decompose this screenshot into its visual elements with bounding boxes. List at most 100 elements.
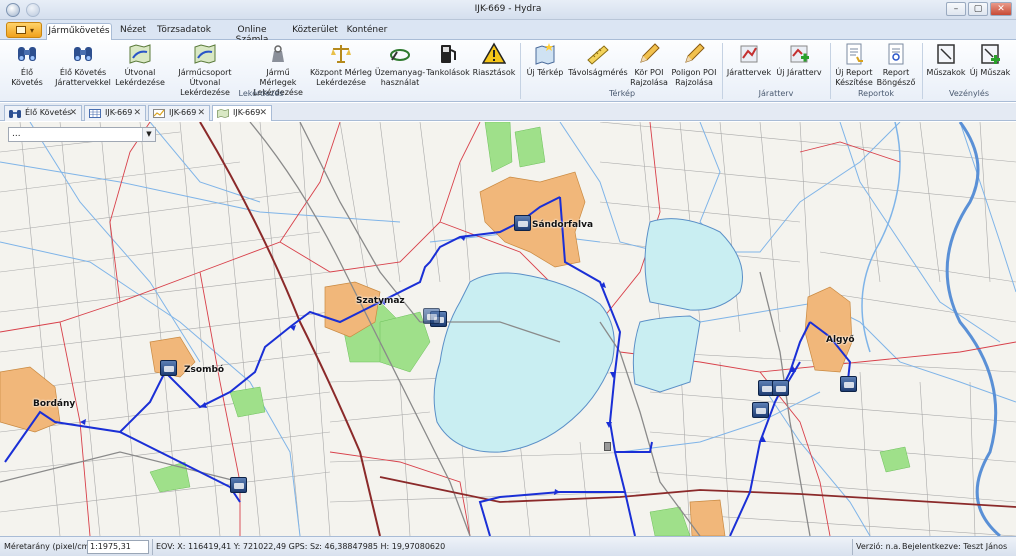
tab-torzsadatok[interactable]: Törzsadatok [154, 23, 214, 40]
tab-online-szamla[interactable]: Online Számla [220, 23, 284, 45]
title-bar: IJK-669 - Hydra – ▢ ✕ [0, 0, 1016, 20]
muszakok-button[interactable]: Műszakok [926, 42, 966, 92]
minimize-button[interactable]: – [946, 2, 966, 16]
scales-icon [331, 45, 351, 63]
doc-tab-label: IJK-669 [169, 108, 197, 117]
group-separator [922, 43, 923, 99]
town-label-szatymaz: Szatymaz [356, 296, 405, 306]
tavolsagmeres-button[interactable]: Távolságmérés [568, 42, 628, 92]
doc-tab-elo-kovetes[interactable]: Élő Követés ✕ [4, 105, 82, 121]
new-shift-icon [981, 44, 1000, 64]
close-icon[interactable]: ✕ [197, 106, 205, 120]
doc-tab-ijk-669-table[interactable]: IJK-669 ✕ [84, 105, 146, 121]
vehicle-marker[interactable] [772, 380, 789, 396]
shift-icon [937, 44, 955, 64]
riasztasok-button[interactable]: Riasztások [472, 42, 516, 92]
button-label: Műszakok [926, 68, 966, 77]
vehicle-marker[interactable] [840, 376, 857, 392]
doc-tab-label: Élő Követés [25, 108, 72, 117]
elo-kovetes-jarattervekkel-button[interactable]: Élő Követés Járattervekkel [52, 42, 114, 92]
app-menu-icon [16, 26, 26, 34]
application-menu-button[interactable]: ▾ [6, 22, 42, 38]
doc-tab-ijk-669-map[interactable]: IJK-669 ✕ [212, 105, 272, 121]
group-label-lekerdezes: Lekérdezés [238, 89, 284, 98]
vehicle-marker[interactable] [423, 308, 440, 324]
uj-muszak-button[interactable]: Új Műszak [968, 42, 1012, 92]
tankolasok-button[interactable]: Tankolások [426, 42, 470, 92]
warning-icon [482, 42, 506, 64]
group-label-jaratterv: Járatterv [758, 89, 794, 98]
vehicle-marker[interactable] [514, 215, 531, 231]
group-label-vezenyles: Vezénylés [948, 89, 989, 98]
jarmu-merlegek-button[interactable]: Jármű Mérlegek Lekérdezése [248, 42, 308, 97]
doc-tab-label: IJK-669 [105, 108, 133, 117]
vehicle-marker[interactable] [230, 477, 247, 493]
close-icon[interactable]: ✕ [133, 106, 141, 120]
town-label-algyo: Algyő [826, 335, 855, 345]
vehicle-marker[interactable] [752, 402, 769, 418]
button-label: Útvonal Lekérdezése [115, 68, 165, 87]
new-map-icon [535, 43, 555, 65]
close-icon[interactable]: ✕ [69, 106, 77, 120]
button-label: Új Report Készítése [835, 68, 873, 87]
button-label: Új Térkép [526, 68, 564, 77]
close-icon[interactable]: ✕ [259, 106, 267, 120]
button-label: Riasztások [472, 68, 516, 77]
button-label: Üzemanyag- használat [374, 68, 426, 87]
route-map-icon [129, 44, 151, 64]
maximize-button[interactable]: ▢ [968, 2, 988, 16]
ruler-icon [587, 45, 609, 65]
lake-east [632, 315, 701, 393]
tab-jarmukovetes[interactable]: Járműkövetés [46, 23, 112, 41]
poligon-poi-rajzolasa-button[interactable]: Poligon POI Rajzolása [670, 42, 718, 92]
uzemanyag-hasznalat-button[interactable]: Üzemanyag- használat [374, 42, 426, 92]
group-separator [722, 43, 723, 99]
new-report-icon [846, 43, 863, 65]
report-bongeszo-button[interactable]: Report Böngésző [876, 42, 916, 92]
doc-tab-ijk-669-chart[interactable]: IJK-669 ✕ [148, 105, 210, 121]
tab-kozterulet[interactable]: Közterület [290, 23, 340, 40]
kor-poi-rajzolasa-button[interactable]: Kör POI Rajzolása [630, 42, 668, 92]
binoculars-icon [74, 47, 92, 61]
route-plan-icon [740, 45, 758, 63]
button-label: Új Járatterv [776, 68, 822, 77]
chevron-down-icon[interactable]: ▼ [142, 128, 155, 141]
vehicle-marker[interactable] [160, 360, 177, 376]
jarattervek-button[interactable]: Járattervek [726, 42, 772, 92]
doc-tab-label: IJK-669 [233, 108, 261, 117]
pencil-icon [640, 43, 660, 63]
status-separator [852, 539, 853, 555]
ribbon-panel: Élő Követés Élő Követés Járattervekkel Ú… [0, 40, 1016, 102]
map-layer-select-value: ... [12, 129, 21, 139]
close-button[interactable]: ✕ [990, 2, 1012, 16]
poi-marker[interactable] [604, 442, 611, 451]
uj-jaratterv-button[interactable]: Új Járatterv [774, 42, 824, 92]
button-label: Poligon POI Rajzolása [671, 68, 717, 87]
tab-nezet[interactable]: Nézet [116, 23, 150, 40]
group-label-terkep: Térkép [608, 89, 636, 98]
scale-input[interactable]: 1:1975,31 [87, 540, 149, 554]
utvonal-lekerdezese-button[interactable]: Útvonal Lekérdezése [114, 42, 166, 92]
uj-terkep-button[interactable]: Új Térkép [524, 42, 566, 92]
tab-kontener[interactable]: Konténer [344, 23, 390, 40]
group-separator [520, 43, 521, 99]
coordinates-readout: EOV: X: 116419,41 Y: 721022,49 GPS: Sz: … [156, 542, 446, 551]
map-view[interactable]: ... ▼ Sándorfalva Szatymaz Zsombó Bordán… [0, 122, 1016, 536]
version-text: Verzió: n.a. [856, 542, 901, 551]
button-label: Élő Követés Járattervekkel [55, 68, 111, 87]
logged-in-user: Bejelentkezve: Teszt János [902, 542, 1008, 551]
button-label: Kör POI Rajzolása [630, 68, 668, 87]
app-window: IJK-669 - Hydra – ▢ ✕ ▾ Járműkövetés Néz… [0, 0, 1016, 556]
window-title: IJK-669 - Hydra [474, 4, 542, 14]
jarmucsoport-utvonal-button[interactable]: Járműcsoport Útvonal Lekérdezése [166, 42, 244, 97]
elo-kovetes-button[interactable]: Élő Követés [4, 42, 50, 92]
button-label: Report Böngésző [876, 68, 916, 87]
uj-report-keszitese-button[interactable]: Új Report Készítése [834, 42, 874, 92]
map-canvas[interactable] [0, 122, 1016, 536]
fuel-hose-icon [390, 49, 410, 61]
map-layer-select[interactable]: ... ▼ [8, 127, 156, 142]
button-label: Tankolások [426, 68, 470, 77]
button-label: Élő Követés [11, 68, 43, 87]
kozpont-merleg-button[interactable]: Központ Mérleg Lekérdezése [310, 42, 372, 92]
route-map-icon [194, 44, 216, 64]
